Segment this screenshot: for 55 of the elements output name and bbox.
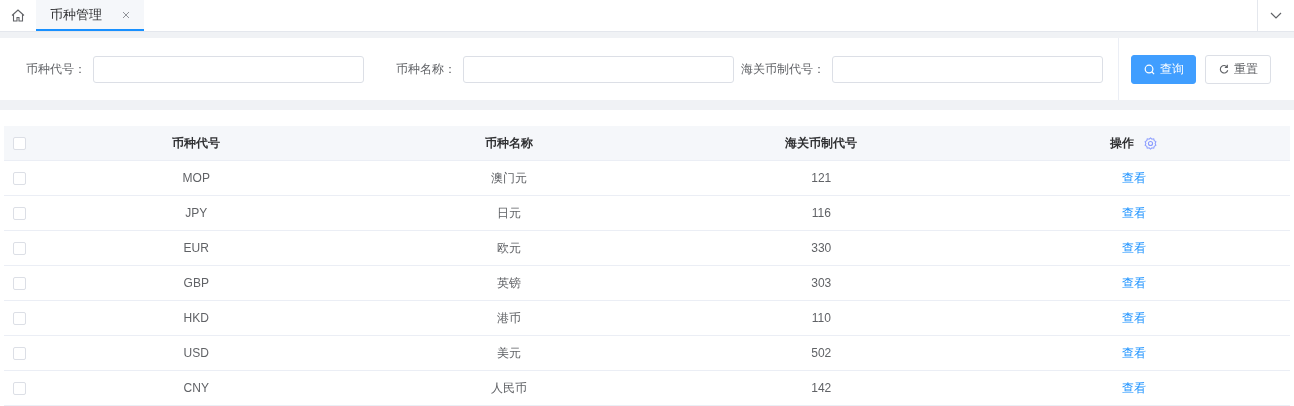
view-link[interactable]: 查看 xyxy=(1121,170,1146,185)
input-field[interactable] xyxy=(93,55,364,83)
table-cell: 502 xyxy=(811,346,832,360)
reset-button[interactable]: 重置 xyxy=(1205,54,1271,84)
table-cell: 日元 xyxy=(496,205,521,220)
chevron-down-icon[interactable] xyxy=(1270,12,1282,19)
checkbox[interactable] xyxy=(13,171,26,185)
view-link[interactable]: 查看 xyxy=(1121,345,1146,360)
input-field[interactable] xyxy=(463,55,734,83)
table-cell: GBP xyxy=(183,276,209,290)
table-cell: 美元 xyxy=(496,345,521,360)
table-cell: 人民币 xyxy=(490,380,527,395)
checkbox[interactable] xyxy=(13,206,26,220)
table-cell: EUR xyxy=(183,241,209,255)
search-icon xyxy=(1143,63,1155,75)
checkbox[interactable] xyxy=(13,381,26,395)
table-cell: 港币 xyxy=(496,310,521,325)
checkbox[interactable] xyxy=(13,276,26,290)
home-icon[interactable] xyxy=(11,9,25,22)
column-header: 币种名称 xyxy=(484,135,533,150)
view-link[interactable]: 查看 xyxy=(1121,240,1146,255)
checkbox[interactable] xyxy=(13,241,26,255)
table-cell: JPY xyxy=(185,206,208,220)
table-cell: 英镑 xyxy=(496,275,521,290)
table-cell: 142 xyxy=(811,381,832,395)
refresh-icon xyxy=(1218,64,1229,74)
view-link[interactable]: 查看 xyxy=(1121,310,1146,325)
table-cell: 116 xyxy=(811,206,831,220)
table-cell: CNY xyxy=(183,381,209,395)
column-header: 海关币制代号 xyxy=(785,135,858,150)
field-label: 币种名称： xyxy=(395,60,457,78)
table-cell: USD xyxy=(183,346,209,360)
column-header: 币种代号 xyxy=(172,135,221,150)
table-cell: 303 xyxy=(811,276,832,290)
input-field[interactable] xyxy=(832,55,1103,83)
checkbox[interactable] xyxy=(13,311,26,325)
checkbox[interactable] xyxy=(13,346,26,360)
table-cell: 121 xyxy=(811,171,832,185)
settings-icon[interactable] xyxy=(1144,136,1158,150)
tab[interactable]: 币种管理 xyxy=(36,0,144,31)
view-link[interactable]: 查看 xyxy=(1121,275,1146,290)
table-cell: HKD xyxy=(183,311,209,325)
search-button[interactable]: 查询 xyxy=(1131,54,1197,84)
field-label: 海关币制代号： xyxy=(740,60,826,78)
table-cell: MOP xyxy=(182,171,210,185)
view-link[interactable]: 查看 xyxy=(1121,380,1146,395)
table-cell: 110 xyxy=(811,311,831,325)
table-cell: 澳门元 xyxy=(490,170,527,185)
field-label: 币种代号： xyxy=(25,60,87,78)
close-icon[interactable] xyxy=(122,10,130,19)
view-link[interactable]: 查看 xyxy=(1121,205,1146,220)
column-header: 操作 xyxy=(1110,134,1135,152)
table-cell: 330 xyxy=(811,241,832,255)
table-cell: 欧元 xyxy=(496,240,521,255)
checkbox[interactable] xyxy=(13,136,26,150)
